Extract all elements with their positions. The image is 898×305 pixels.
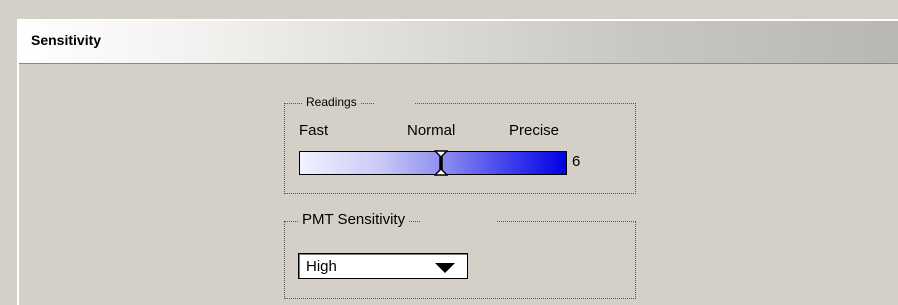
i-beam-thumb-icon[interactable] — [434, 150, 449, 176]
pmt-legend: PMT Sensitivity — [299, 211, 409, 228]
readings-legend-gap — [375, 100, 415, 106]
fast-label: Fast — [299, 122, 329, 139]
readings-value: 6 — [572, 153, 581, 170]
panel-title: Sensitivity — [31, 32, 102, 48]
pmt-legend-gap — [420, 218, 496, 224]
readings-slider-track[interactable] — [299, 151, 567, 175]
panel-header: Sensitivity — [19, 21, 898, 64]
normal-label: Normal — [407, 122, 456, 139]
readings-legend: Readings — [303, 95, 360, 109]
pmt-selected-value: High — [306, 258, 337, 275]
pmt-sensitivity-select[interactable]: High — [298, 253, 468, 279]
readings-groupbox — [284, 103, 636, 194]
precise-label: Precise — [509, 122, 560, 139]
dropdown-arrow-icon[interactable] — [435, 263, 455, 273]
